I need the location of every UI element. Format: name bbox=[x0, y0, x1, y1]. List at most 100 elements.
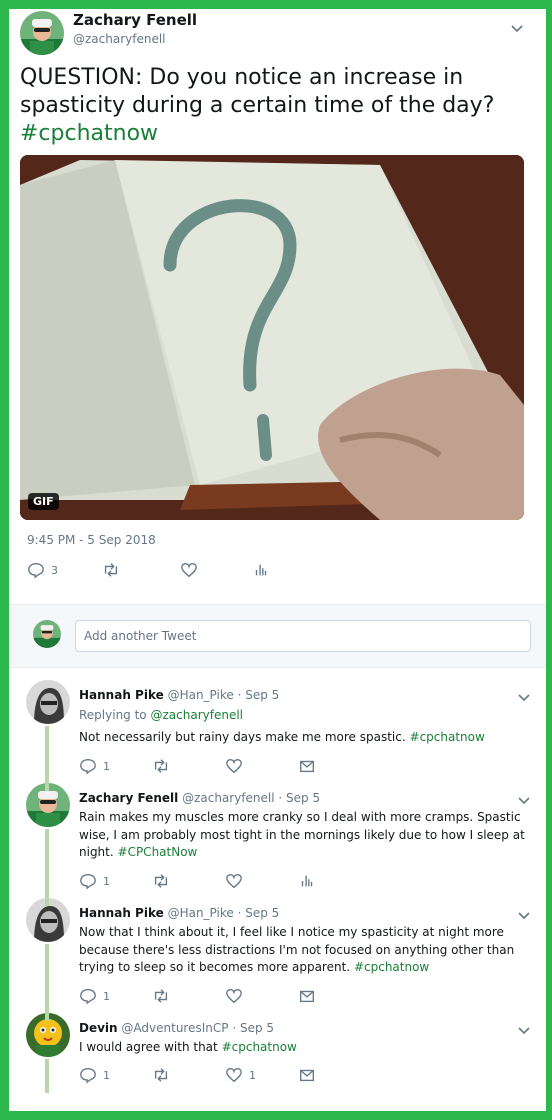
author-name[interactable]: Zachary Fenell bbox=[73, 11, 197, 29]
message-button[interactable] bbox=[298, 757, 316, 775]
retweet-button[interactable] bbox=[102, 561, 120, 579]
retweet-button[interactable] bbox=[152, 1066, 170, 1084]
thread-line bbox=[45, 898, 49, 906]
reply-date[interactable]: · Sep 5 bbox=[232, 1021, 274, 1035]
chevron-down-icon[interactable] bbox=[517, 690, 531, 704]
reply-button[interactable]: 1 bbox=[79, 987, 110, 1005]
hashtag-link[interactable]: #cpchatnow bbox=[20, 121, 158, 146]
retweet-button[interactable] bbox=[152, 987, 170, 1005]
retweet-icon bbox=[154, 1068, 168, 1082]
like-button[interactable]: 1 bbox=[225, 1066, 256, 1084]
gif-media[interactable]: GIF bbox=[20, 155, 524, 520]
retweet-icon bbox=[154, 759, 168, 773]
reply-icon bbox=[80, 989, 96, 1005]
replying-to-label: Replying to bbox=[79, 708, 147, 722]
tweet-actions: 3 bbox=[27, 561, 327, 581]
retweet-icon bbox=[154, 989, 168, 1003]
replying-to-link[interactable]: @zacharyfenell bbox=[150, 708, 243, 722]
avatar[interactable] bbox=[26, 680, 70, 724]
reply-author-name[interactable]: Hannah Pike bbox=[79, 906, 164, 920]
reply-author-name[interactable]: Zachary Fenell bbox=[79, 791, 178, 805]
add-tweet-bar: Add another Tweet bbox=[9, 605, 546, 667]
chevron-down-icon[interactable] bbox=[510, 21, 524, 35]
analytics-button[interactable] bbox=[252, 561, 270, 579]
reply-header: Devin @AdventuresInCP · Sep 5 bbox=[79, 1021, 274, 1035]
message-icon bbox=[300, 990, 314, 1003]
reply-text-body: I would agree with that bbox=[79, 1040, 218, 1054]
like-button[interactable] bbox=[225, 872, 243, 890]
chevron-down-icon[interactable] bbox=[517, 1023, 531, 1037]
like-button[interactable] bbox=[225, 987, 243, 1005]
reply-author-handle[interactable]: @AdventuresInCP bbox=[121, 1021, 228, 1035]
reply-author-name[interactable]: Hannah Pike bbox=[79, 688, 164, 702]
reply-button[interactable]: 1 bbox=[79, 872, 110, 890]
message-button[interactable] bbox=[298, 1066, 316, 1084]
like-icon bbox=[181, 563, 197, 578]
chevron-down-icon[interactable] bbox=[517, 908, 531, 922]
reply-text-body: Not necessarily but rainy days make me m… bbox=[79, 730, 406, 744]
add-tweet-input[interactable]: Add another Tweet bbox=[75, 620, 531, 652]
message-button[interactable] bbox=[298, 987, 316, 1005]
message-icon bbox=[300, 760, 314, 773]
reply-author-handle[interactable]: @Han_Pike bbox=[168, 688, 234, 702]
reply-icon bbox=[80, 1068, 96, 1084]
tweet-thread: Zachary Fenell @zacharyfenell QUESTION: … bbox=[9, 9, 546, 1111]
reply-date[interactable]: · Sep 5 bbox=[238, 688, 280, 702]
main-tweet: Zachary Fenell @zacharyfenell QUESTION: … bbox=[9, 9, 546, 605]
reply-tweet[interactable]: Zachary Fenell @zacharyfenell · Sep 5 Ra… bbox=[9, 783, 546, 898]
hashtag-link[interactable]: #cpchatnow bbox=[354, 960, 429, 974]
question-book-image bbox=[20, 155, 524, 520]
reply-button[interactable]: 3 bbox=[27, 561, 58, 579]
message-icon bbox=[300, 1069, 314, 1082]
hashtag-link[interactable]: #cpchatnow bbox=[222, 1040, 297, 1054]
replying-to: Replying to @zacharyfenell bbox=[79, 708, 243, 722]
retweet-button[interactable] bbox=[152, 872, 170, 890]
hashtag-link[interactable]: #cpchatnow bbox=[410, 730, 485, 744]
thread-line bbox=[45, 829, 49, 898]
reply-button[interactable]: 1 bbox=[79, 1066, 110, 1084]
retweet-icon bbox=[104, 563, 118, 577]
reply-actions: 1 bbox=[79, 872, 339, 890]
reply-icon bbox=[28, 563, 44, 579]
reply-text-body: Now that I think about it, I feel like I… bbox=[79, 925, 515, 974]
hashtag-link[interactable]: #CPChatNow bbox=[118, 845, 198, 859]
thread-line bbox=[45, 1013, 49, 1021]
thread-line bbox=[45, 944, 49, 1013]
reply-count: 1 bbox=[103, 989, 110, 1003]
reply-button[interactable]: 1 bbox=[79, 757, 110, 775]
like-icon bbox=[226, 874, 242, 889]
reply-author-handle[interactable]: @zacharyfenell bbox=[182, 791, 275, 805]
reply-tweet[interactable]: Devin @AdventuresInCP · Sep 5 I would ag… bbox=[9, 1013, 546, 1111]
avatar[interactable] bbox=[20, 11, 64, 55]
like-button[interactable] bbox=[180, 561, 198, 579]
reply-date[interactable]: · Sep 5 bbox=[278, 791, 320, 805]
reply-text: I would agree with that #cpchatnow bbox=[79, 1039, 535, 1057]
reply-header: Zachary Fenell @zacharyfenell · Sep 5 bbox=[79, 791, 320, 805]
reply-text: Rain makes my muscles more cranky so I d… bbox=[79, 809, 535, 862]
retweet-icon bbox=[154, 874, 168, 888]
reply-header: Hannah Pike @Han_Pike · Sep 5 bbox=[79, 688, 279, 702]
reply-actions: 1 bbox=[79, 757, 339, 775]
reply-author-handle[interactable]: @Han_Pike bbox=[168, 906, 234, 920]
reply-text: Now that I think about it, I feel like I… bbox=[79, 924, 535, 977]
tweet-timestamp[interactable]: 9:45 PM - 5 Sep 2018 bbox=[27, 533, 156, 547]
gif-badge: GIF bbox=[28, 493, 59, 510]
thread-line bbox=[45, 1059, 49, 1093]
reply-tweet[interactable]: Hannah Pike @Han_Pike · Sep 5 Now that I… bbox=[9, 898, 546, 1013]
tweet-text: QUESTION: Do you notice an increase in s… bbox=[20, 64, 535, 148]
like-icon bbox=[226, 759, 242, 774]
reply-count: 1 bbox=[103, 759, 110, 773]
like-icon bbox=[226, 989, 242, 1004]
reply-tweet[interactable]: Hannah Pike @Han_Pike · Sep 5 Replying t… bbox=[9, 668, 546, 783]
retweet-button[interactable] bbox=[152, 757, 170, 775]
reply-icon bbox=[80, 874, 96, 890]
reply-actions: 1 bbox=[79, 987, 339, 1005]
reply-actions: 1 1 bbox=[79, 1066, 339, 1084]
analytics-button[interactable] bbox=[298, 872, 316, 890]
chevron-down-icon[interactable] bbox=[517, 793, 531, 807]
author-handle[interactable]: @zacharyfenell bbox=[73, 32, 166, 46]
reply-date[interactable]: · Sep 5 bbox=[238, 906, 280, 920]
like-button[interactable] bbox=[225, 757, 243, 775]
like-icon bbox=[226, 1068, 242, 1083]
reply-author-name[interactable]: Devin bbox=[79, 1021, 118, 1035]
